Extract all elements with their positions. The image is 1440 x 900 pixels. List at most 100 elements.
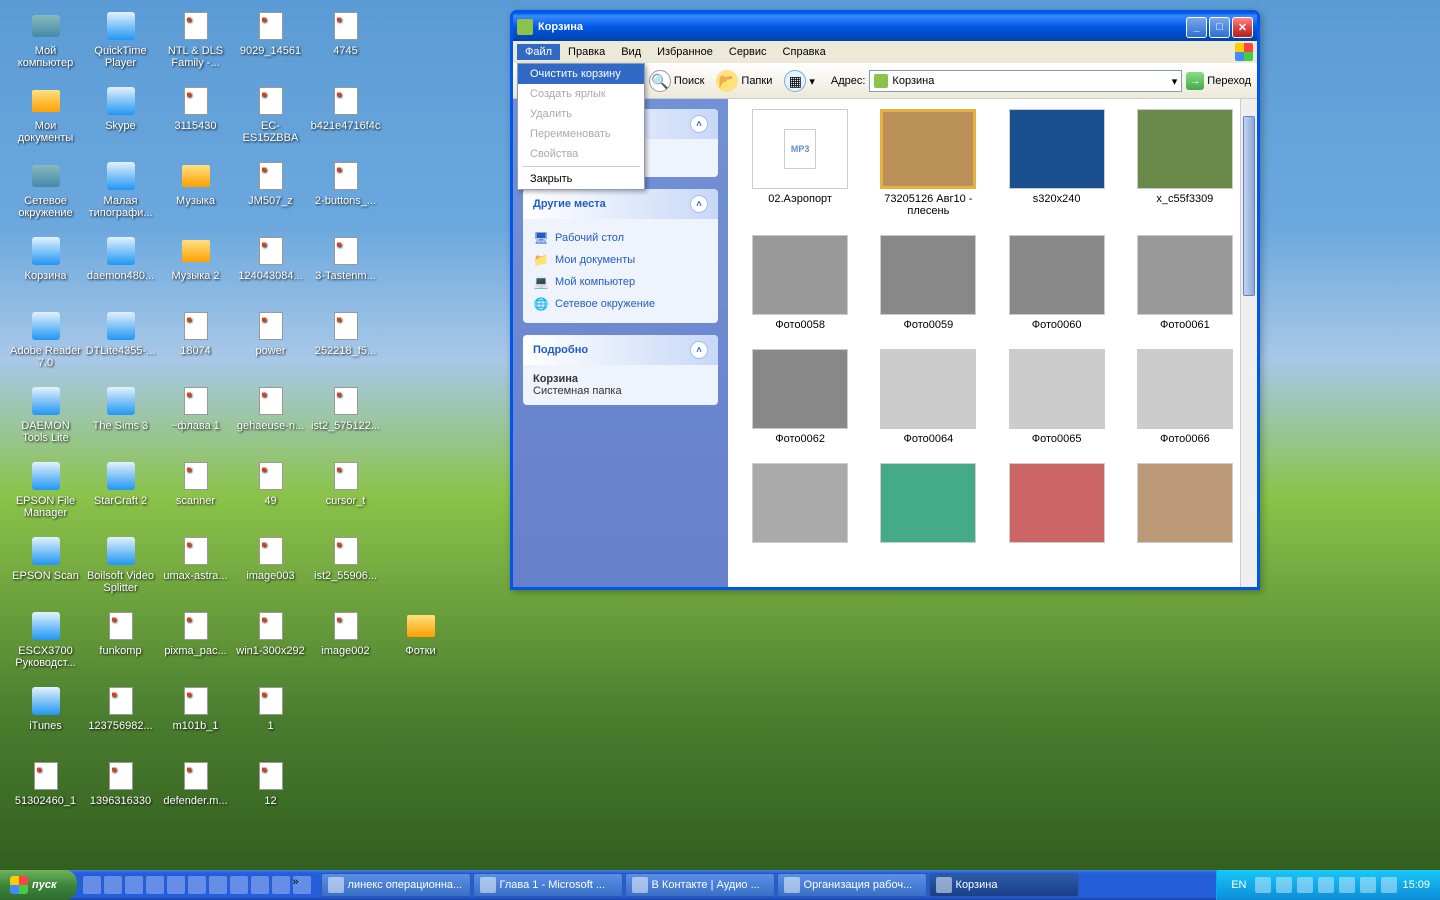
desktop-icon[interactable]: Музыка (158, 158, 233, 233)
menu-справка[interactable]: Справка (775, 44, 834, 60)
desktop-icon[interactable]: Сетевое окружение (8, 158, 83, 233)
desktop-icon[interactable]: Boilsoft Video Splitter (83, 533, 158, 608)
file-item[interactable]: s320x240 (997, 109, 1117, 217)
desktop-icon[interactable]: ist2_575122... (308, 383, 383, 458)
desktop-icon[interactable]: daemon480... (83, 233, 158, 308)
tray-icon[interactable] (1255, 877, 1271, 893)
file-item[interactable] (740, 463, 860, 547)
desktop-icon[interactable]: umax-astra... (158, 533, 233, 608)
desktop-icon[interactable]: Мои документы (8, 83, 83, 158)
desktop-icon[interactable]: 123756982... (83, 683, 158, 758)
ql-icon[interactable] (83, 876, 101, 894)
minimize-button[interactable]: _ (1186, 17, 1207, 38)
menu-избранное[interactable]: Избранное (649, 44, 721, 60)
place-link[interactable]: 🌐Сетевое окружение (533, 293, 708, 315)
menu-сервис[interactable]: Сервис (721, 44, 775, 60)
scrollbar-thumb[interactable] (1243, 116, 1255, 296)
desktop-icon[interactable]: EPSON File Manager (8, 458, 83, 533)
desktop-icon[interactable]: Мой компьютер (8, 8, 83, 83)
desktop-icon[interactable]: 3115430 (158, 83, 233, 158)
maximize-button[interactable]: □ (1209, 17, 1230, 38)
start-button[interactable]: пуск (0, 870, 77, 900)
desktop-icon[interactable]: Корзина (8, 233, 83, 308)
views-button[interactable]: ▦▾ (780, 68, 819, 94)
clock[interactable]: 15:09 (1402, 879, 1430, 891)
menu-item[interactable]: Закрыть (518, 169, 644, 189)
desktop-icon[interactable]: 18074 (158, 308, 233, 383)
desktop-icon[interactable]: scanner (158, 458, 233, 533)
desktop-icon[interactable]: image002 (308, 608, 383, 683)
ql-icon[interactable]: » (293, 876, 311, 894)
file-item[interactable] (1125, 463, 1245, 547)
go-button[interactable]: → Переход (1186, 72, 1251, 90)
ql-icon[interactable] (272, 876, 290, 894)
desktop-icon[interactable]: 12 (233, 758, 308, 833)
ql-icon[interactable] (125, 876, 143, 894)
file-item[interactable]: x_c55f3309 (1125, 109, 1245, 217)
desktop-icon[interactable]: 9029_14561 (233, 8, 308, 83)
desktop-icon[interactable]: Музыка 2 (158, 233, 233, 308)
desktop-icon[interactable]: ist2_55906... (308, 533, 383, 608)
desktop-icon[interactable]: image003 (233, 533, 308, 608)
chevron-down-icon[interactable]: ▾ (1172, 75, 1178, 88)
desktop-icon[interactable]: win1-300x292 (233, 608, 308, 683)
desktop-icon[interactable]: power (233, 308, 308, 383)
file-item[interactable]: 73205126 Авг10 - плесень (868, 109, 988, 217)
desktop-icon[interactable]: Малая типографи... (83, 158, 158, 233)
menu-правка[interactable]: Правка (560, 44, 613, 60)
tray-icon[interactable] (1276, 877, 1292, 893)
desktop-icon[interactable]: StarCraft 2 (83, 458, 158, 533)
menu-файл[interactable]: Файл (517, 44, 560, 60)
file-item[interactable] (997, 463, 1117, 547)
desktop-icon[interactable]: 2-buttons_... (308, 158, 383, 233)
place-link[interactable]: 📁Мои документы (533, 249, 708, 271)
desktop-icon[interactable]: QuickTime Player (83, 8, 158, 83)
file-item[interactable]: Фото0066 (1125, 349, 1245, 445)
desktop-icon[interactable]: 252218_f5... (308, 308, 383, 383)
ql-icon[interactable] (188, 876, 206, 894)
desktop-icon[interactable]: Skype (83, 83, 158, 158)
desktop-icon[interactable]: 49 (233, 458, 308, 533)
place-link[interactable]: 🖥Рабочий стол (533, 227, 708, 249)
desktop-icon[interactable]: 3-Tastenm... (308, 233, 383, 308)
taskbar-task[interactable]: Организация рабоч... (777, 873, 927, 897)
desktop-icon[interactable]: ~флава 1 (158, 383, 233, 458)
address-input[interactable]: Корзина ▾ (869, 70, 1182, 92)
folders-button[interactable]: 📂Папки (712, 68, 776, 94)
desktop-icon[interactable]: 1396316330 (83, 758, 158, 833)
details-panel-header[interactable]: Подробно˄ (523, 335, 718, 365)
file-item[interactable]: Фото0058 (740, 235, 860, 331)
file-item[interactable]: Фото0062 (740, 349, 860, 445)
desktop-icon[interactable]: Фотки (383, 608, 458, 683)
ql-icon[interactable] (146, 876, 164, 894)
titlebar[interactable]: Корзина _ □ ✕ (513, 13, 1257, 41)
tray-icon[interactable] (1360, 877, 1376, 893)
file-item[interactable]: Фото0059 (868, 235, 988, 331)
file-item[interactable]: MP302.Аэропорт (740, 109, 860, 217)
desktop-icon[interactable]: EC-ES15ZBBA (233, 83, 308, 158)
taskbar-task[interactable]: Глава 1 - Microsoft ... (473, 873, 623, 897)
ql-icon[interactable] (209, 876, 227, 894)
desktop-icon[interactable]: m101b_1 (158, 683, 233, 758)
desktop-icon[interactable]: DAEMON Tools Lite (8, 383, 83, 458)
ql-icon[interactable] (251, 876, 269, 894)
desktop-icon[interactable]: 4745 (308, 8, 383, 83)
files-pane[interactable]: MP302.Аэропорт73205126 Авг10 - плесеньs3… (728, 99, 1257, 587)
desktop-icon[interactable]: EPSON Scan (8, 533, 83, 608)
file-item[interactable]: Фото0064 (868, 349, 988, 445)
desktop-icon[interactable]: ESCX3700 Руководст... (8, 608, 83, 683)
tray-icon[interactable] (1381, 877, 1397, 893)
taskbar-task[interactable]: В Контакте | Аудио ... (625, 873, 775, 897)
file-item[interactable]: Фото0061 (1125, 235, 1245, 331)
tray-icon[interactable] (1297, 877, 1313, 893)
taskbar-task[interactable]: линекс операционна... (321, 873, 471, 897)
menu-вид[interactable]: Вид (613, 44, 649, 60)
desktop-icon[interactable]: funkomp (83, 608, 158, 683)
desktop-icon[interactable]: b421e4716f4c (308, 83, 383, 158)
desktop-icon[interactable]: Adobe Reader 7.0 (8, 308, 83, 383)
scrollbar[interactable] (1240, 99, 1257, 587)
ql-icon[interactable] (167, 876, 185, 894)
desktop-icon[interactable]: iTunes (8, 683, 83, 758)
ql-icon[interactable] (230, 876, 248, 894)
places-panel-header[interactable]: Другие места˄ (523, 189, 718, 219)
